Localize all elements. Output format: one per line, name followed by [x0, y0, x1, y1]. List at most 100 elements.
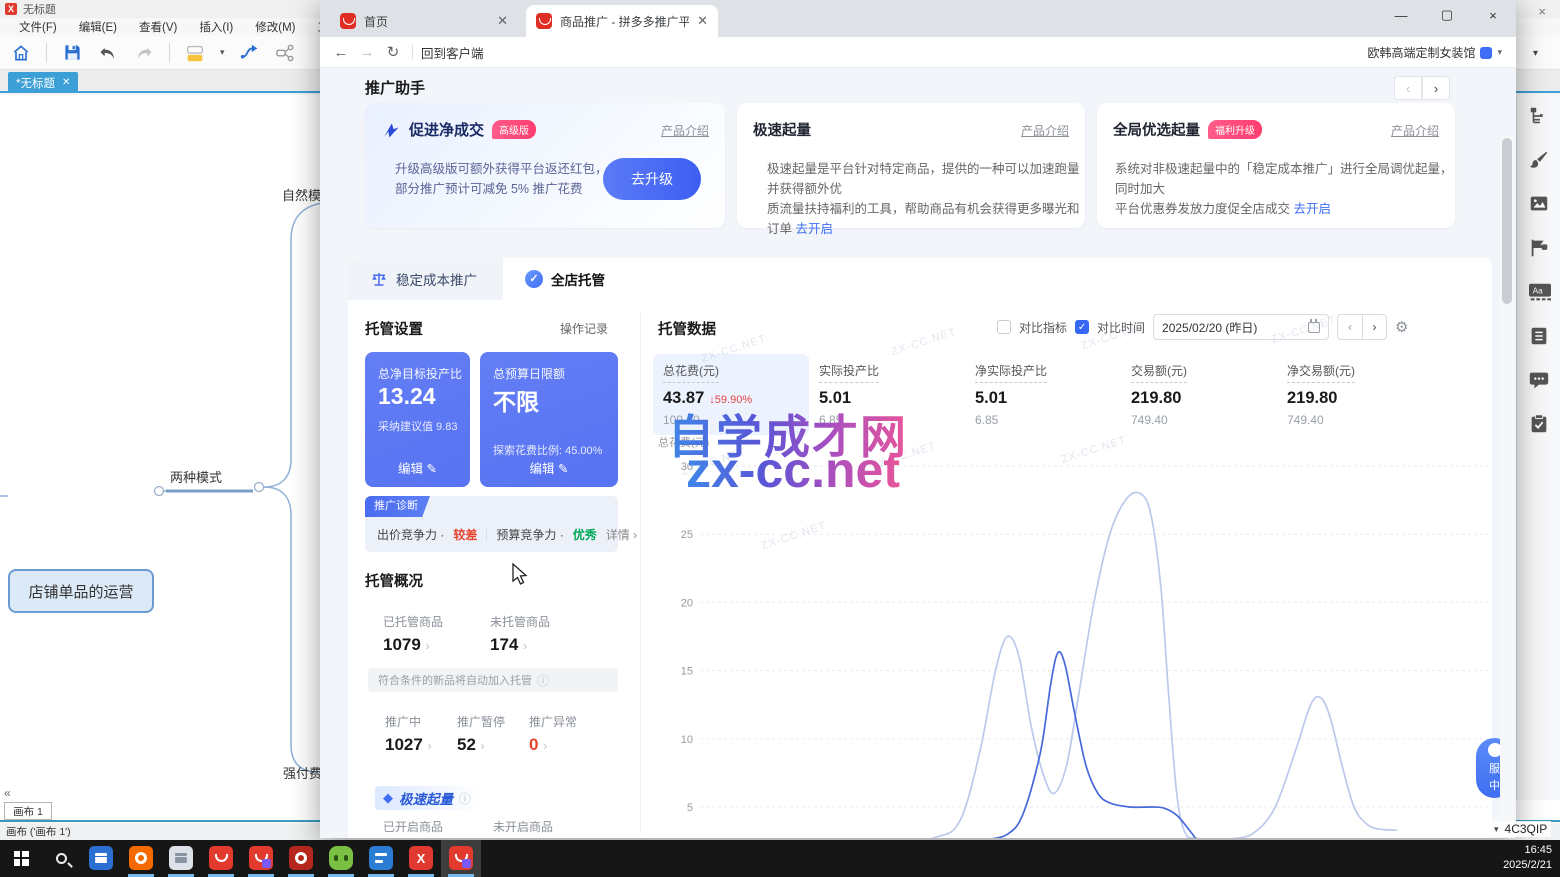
topic-dropdown-icon[interactable]: ▾	[220, 47, 225, 58]
menu-item[interactable]: 修改(M)	[244, 19, 306, 35]
pager-prev-icon[interactable]: ‹	[1394, 76, 1422, 100]
browser-tab-home[interactable]: 首页 ✕	[330, 5, 518, 37]
menu-item[interactable]: 查看(V)	[128, 19, 188, 35]
gear-icon[interactable]: ⚙	[1395, 318, 1408, 336]
promo-state-stats: 推广中 1027 › 推广暂停 52 › 推广异常 0 ›	[385, 713, 601, 755]
relationship-icon[interactable]	[239, 42, 261, 64]
taskbar-app-calculator[interactable]	[88, 845, 114, 871]
stat-value-link[interactable]: 174 ›	[490, 635, 597, 655]
tab-stable-cost[interactable]: 稳定成本推广	[348, 258, 503, 300]
date-next-icon[interactable]: ›	[1362, 314, 1387, 340]
forward-icon[interactable]: →	[354, 44, 380, 61]
insert-topic-icon[interactable]	[184, 42, 206, 64]
metric-card[interactable]: 交易额(元) 219.80 749.40	[1121, 354, 1277, 435]
menu-item[interactable]: 插入(I)	[188, 19, 244, 35]
product-intro-link[interactable]: 产品介绍	[661, 122, 709, 139]
close-button[interactable]: ×	[1470, 0, 1516, 30]
save-icon[interactable]	[61, 42, 83, 64]
start-button[interactable]	[8, 845, 34, 871]
pager-next-icon[interactable]: ›	[1422, 76, 1450, 100]
account-name: 欧韩高端定制女装馆	[1367, 44, 1475, 61]
card-body: 系统对非极速起量中的「稳定成本推广」进行全局调优起量，同时加大 平台优惠券发放力…	[1115, 159, 1455, 219]
share-node-icon[interactable]	[275, 42, 297, 64]
mindmap-branch-node[interactable]: 两种模式	[170, 467, 222, 486]
operation-log-link[interactable]: 操作记录	[560, 320, 608, 337]
maximize-button[interactable]: ▢	[1424, 0, 1470, 30]
taskbar-app-red-o[interactable]	[288, 845, 314, 871]
minimize-button[interactable]: —	[1378, 0, 1424, 30]
task-checklist-icon[interactable]	[1528, 413, 1550, 435]
svg-text:Aa: Aa	[1533, 286, 1544, 295]
divider	[486, 529, 487, 541]
browser-tab-promotion[interactable]: 商品推广 - 拼多多推广平台 ✕	[526, 5, 718, 37]
tab-close-icon[interactable]: ✕	[497, 13, 508, 29]
redo-icon[interactable]	[133, 42, 155, 64]
taskbar-app-xmind[interactable]: X	[408, 845, 434, 871]
status-text: 画布 ('画布 1')	[6, 826, 71, 838]
taskbar-app-pinduoduo[interactable]	[208, 845, 234, 871]
taskbar-clock[interactable]: 16:45 2025/2/21	[1503, 843, 1552, 873]
sheet-tab[interactable]: 画布 1	[4, 802, 52, 820]
style-brush-icon[interactable]	[1528, 149, 1550, 171]
stat-value-link[interactable]: 0 ›	[529, 735, 601, 755]
taskbar-app-blue-tool[interactable]	[368, 845, 394, 871]
enable-link[interactable]: 去开启	[796, 222, 834, 236]
back-icon[interactable]: ←	[328, 44, 354, 61]
product-intro-link[interactable]: 产品介绍	[1021, 122, 1069, 139]
taskbar-app-sunflower[interactable]	[128, 845, 154, 871]
product-intro-link[interactable]: 产品介绍	[1391, 122, 1439, 139]
doc-tab-close-icon[interactable]: ✕	[62, 77, 70, 88]
metric-card[interactable]: 净实际投产比 5.01 6.85	[965, 354, 1121, 435]
mindmap-child-top[interactable]: 自然模	[282, 185, 321, 204]
toolbar-overflow-icon[interactable]: ▾	[1533, 48, 1538, 59]
compare-metric-checkbox[interactable]	[997, 320, 1011, 334]
compare-time-checkbox[interactable]: ✓	[1075, 320, 1089, 334]
taskbar-app-notepad[interactable]	[168, 845, 194, 871]
marker-flag-icon[interactable]	[1528, 237, 1550, 259]
xmind-document-tab[interactable]: *无标题 ✕	[8, 72, 78, 93]
outline-structure-icon[interactable]	[1528, 105, 1550, 127]
stat-item: 推广异常 0 ›	[529, 713, 601, 755]
xmind-close-icon[interactable]: ×	[1538, 4, 1546, 19]
promo-card-net-deal: 促进净成交 高级版 产品介绍 升级高级版可额外获得平台返还红包， 部分推广预计可…	[365, 103, 725, 228]
enable-link[interactable]: 去开启	[1294, 202, 1332, 216]
account-menu[interactable]: 欧韩高端定制女装馆 ▾	[1367, 37, 1502, 68]
edit-button[interactable]: 编辑 ✎	[480, 458, 618, 477]
collapse-panel-icon[interactable]: «	[4, 786, 11, 800]
comments-icon[interactable]	[1528, 369, 1550, 391]
undo-icon[interactable]	[97, 42, 119, 64]
date-prev-icon[interactable]: ‹	[1337, 314, 1362, 340]
pinduoduo-favicon-icon	[536, 13, 552, 29]
taskbar-app-green-creature[interactable]	[328, 845, 354, 871]
page-scrollbar[interactable]	[1500, 136, 1514, 838]
mindmap-root-node[interactable]: 店铺单品的运营	[8, 569, 154, 613]
stat-value-link[interactable]: 52 ›	[457, 735, 529, 755]
tab-label: 首页	[364, 13, 388, 30]
taskbar-search-button[interactable]	[48, 845, 74, 871]
taskbar-app-pdd-merchant[interactable]	[248, 845, 274, 871]
tab-full-hosting[interactable]: ✓ 全店托管	[503, 258, 647, 300]
taskbar-app-pdd-promotion-active[interactable]	[448, 845, 474, 871]
mindmap-child-bottom[interactable]: 强付费	[283, 763, 322, 782]
font-style-icon[interactable]: Aa	[1528, 281, 1550, 303]
reload-icon[interactable]: ↻	[380, 43, 406, 61]
stat-value-link[interactable]: 1079 ›	[383, 635, 490, 655]
back-to-client-link[interactable]: 回到客户端	[421, 43, 484, 62]
caret-down-icon[interactable]: ▾	[1494, 824, 1499, 835]
stat-value-link[interactable]: 1027 ›	[385, 735, 457, 755]
data-title: 托管数据	[658, 318, 716, 339]
premium-badge: 高级版	[492, 120, 536, 139]
xmind-format-sidebar: Aa	[1516, 95, 1560, 800]
notes-icon[interactable]	[1528, 325, 1550, 347]
detail-link[interactable]: 详情 ›	[606, 526, 637, 543]
menu-item[interactable]: 编辑(E)	[68, 19, 128, 35]
home-icon[interactable]	[10, 42, 32, 64]
metric-card[interactable]: 净交易额(元) 219.80 749.40	[1277, 354, 1433, 435]
tab-close-icon[interactable]: ✕	[697, 13, 708, 29]
menu-item[interactable]: 文件(F)	[8, 19, 68, 35]
scrollbar-thumb[interactable]	[1502, 138, 1512, 304]
edit-button[interactable]: 编辑 ✎	[365, 458, 470, 477]
hosted-stats: 已托管商品 1079 › 未托管商品 174 ›	[383, 613, 597, 655]
insert-image-icon[interactable]	[1528, 193, 1550, 215]
upgrade-button[interactable]: 去升级	[603, 158, 701, 200]
